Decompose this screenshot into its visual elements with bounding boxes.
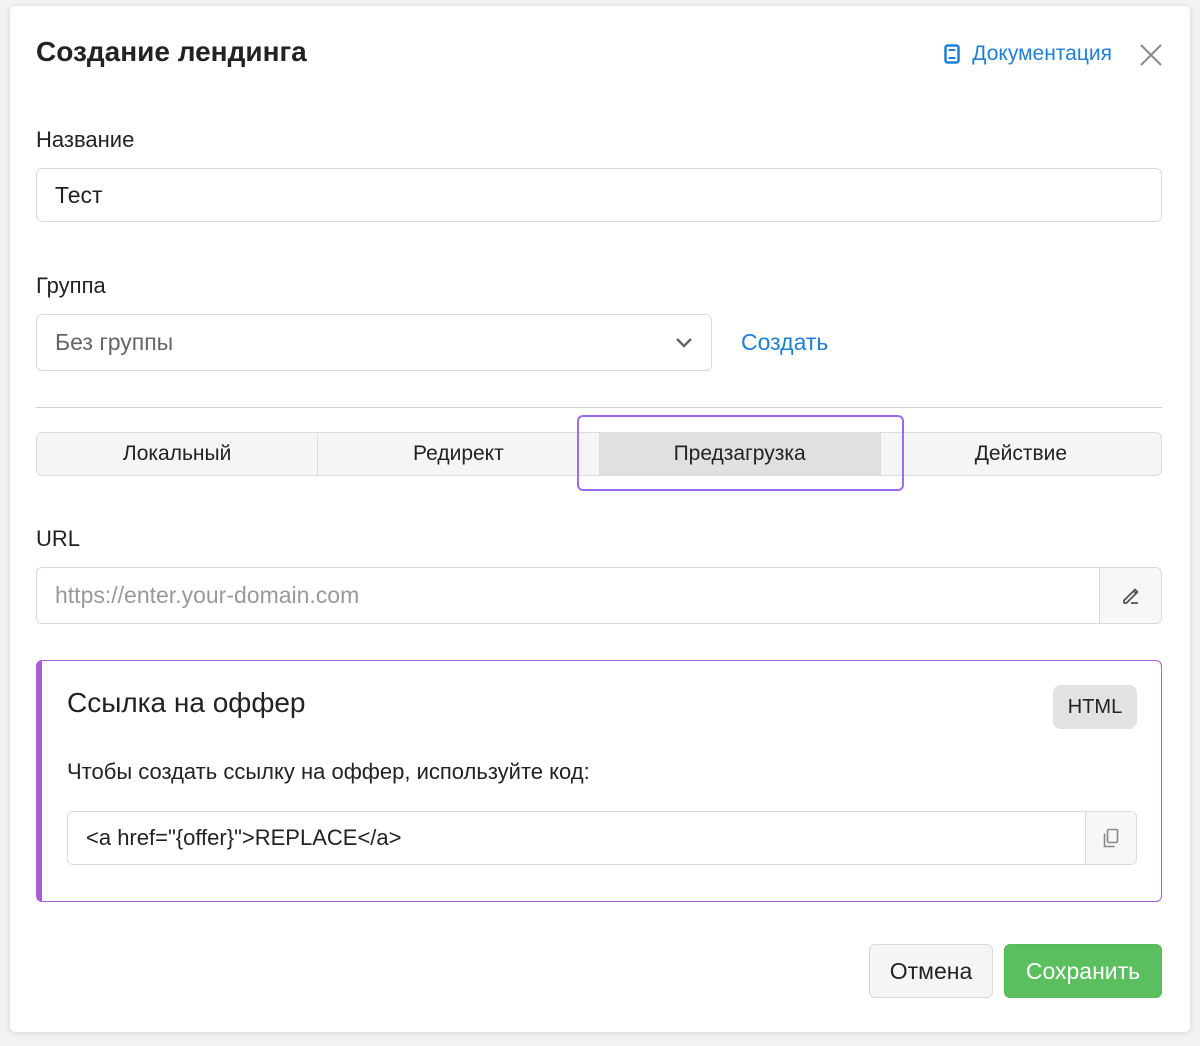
tab-action[interactable]: Действие [881, 433, 1161, 475]
offer-description: Чтобы создать ссылку на оффер, используй… [67, 759, 590, 784]
edit-url-button[interactable] [1099, 568, 1161, 623]
documentation-link[interactable]: Документация [944, 42, 1112, 66]
tab-local[interactable]: Локальный [37, 433, 319, 475]
save-button[interactable]: Сохранить [1004, 944, 1162, 998]
name-input[interactable]: Тест [36, 168, 1162, 222]
url-label: URL [36, 526, 81, 551]
name-label: Название [36, 127, 135, 152]
html-badge: HTML [1053, 685, 1137, 729]
dialog-title: Создание лендинга [36, 36, 307, 67]
cancel-button[interactable]: Отмена [869, 944, 993, 998]
offer-title: Ссылка на оффер [67, 687, 306, 718]
documentation-label: Документация [972, 42, 1112, 65]
close-icon[interactable] [1138, 42, 1164, 68]
group-label: Группа [36, 273, 106, 298]
chevron-down-icon [676, 338, 692, 348]
url-field: https://enter.your-domain.com [36, 567, 1162, 624]
section-divider [36, 407, 1162, 408]
tab-preload[interactable]: Предзагрузка [599, 433, 881, 475]
offer-link-panel: Ссылка на оффер HTML Чтобы создать ссылк… [36, 660, 1162, 902]
edit-icon [1122, 588, 1138, 604]
name-value: Тест [55, 181, 103, 208]
landing-type-tabs: Локальный Редирект Предзагрузка Действие [36, 432, 1162, 476]
book-icon [944, 44, 961, 64]
tab-redirect[interactable]: Редирект [318, 433, 600, 475]
group-selected-value: Без группы [55, 329, 174, 355]
offer-code-field: <a href="{offer}">REPLACE</a> [67, 811, 1137, 865]
copy-icon [1103, 828, 1119, 848]
group-select[interactable]: Без группы [36, 314, 712, 371]
offer-code[interactable]: <a href="{offer}">REPLACE</a> [68, 812, 1085, 864]
create-group-link[interactable]: Создать [741, 329, 828, 356]
copy-code-button[interactable] [1085, 812, 1136, 864]
create-landing-dialog: Создание лендинга Документация Название … [10, 6, 1190, 1032]
url-input[interactable]: https://enter.your-domain.com [37, 568, 1099, 623]
